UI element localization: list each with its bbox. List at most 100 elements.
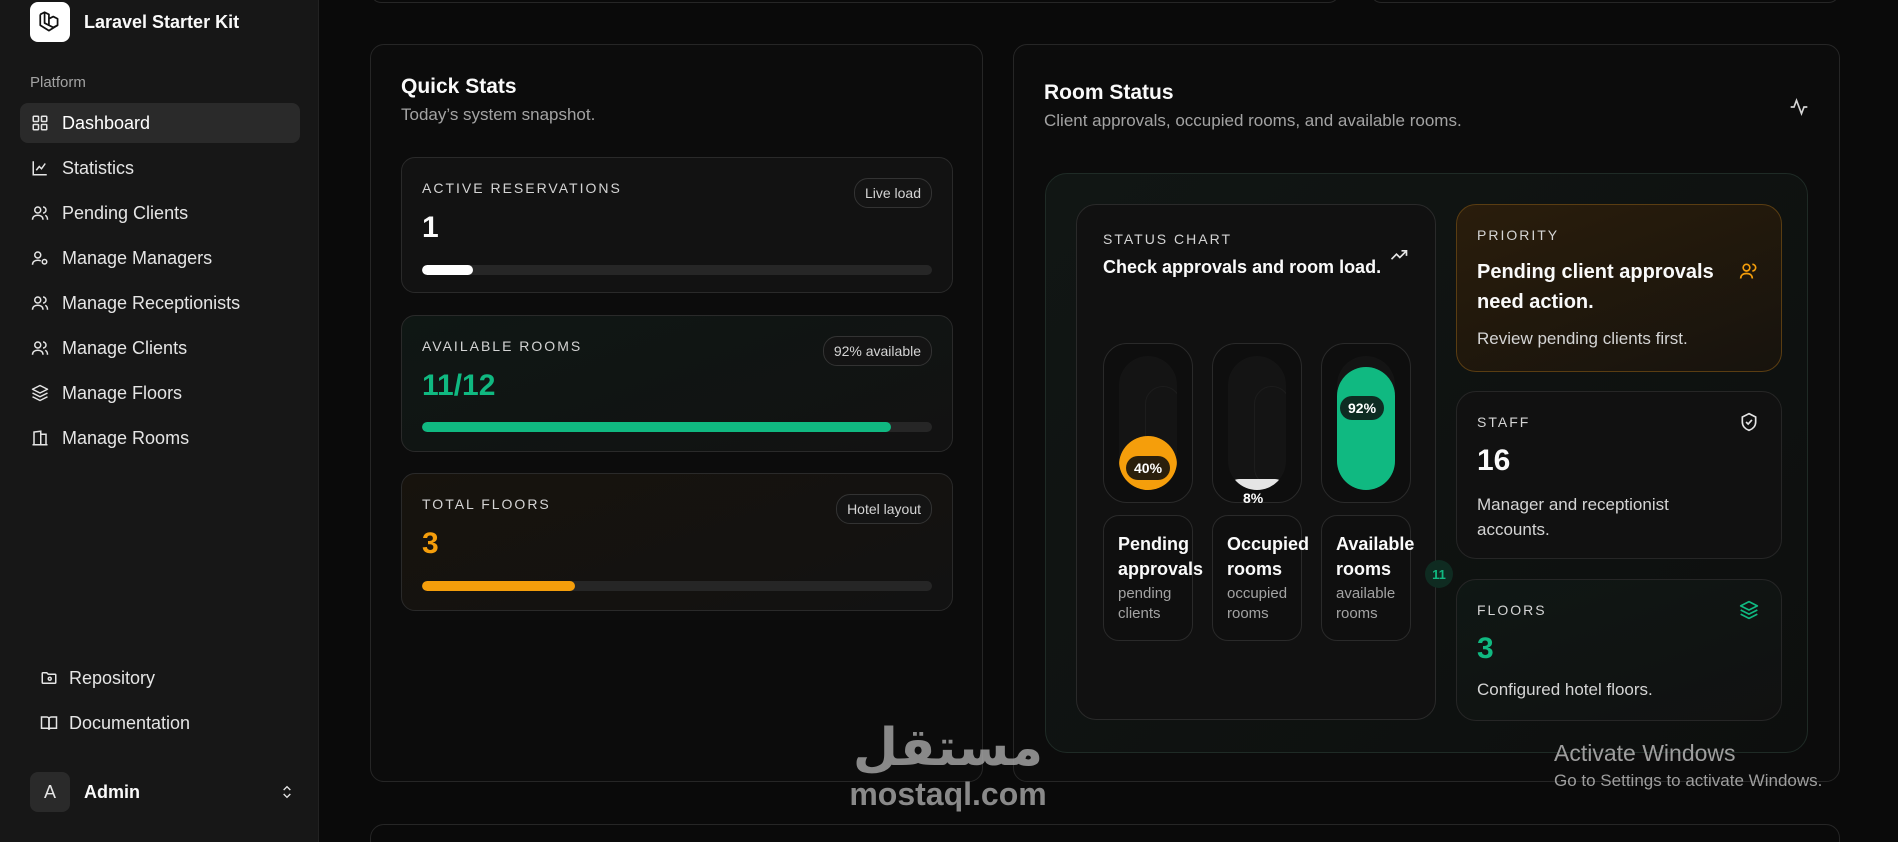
legend-title: Occupied rooms — [1227, 534, 1310, 579]
room-status-subtitle: Client approvals, occupied rooms, and av… — [1044, 111, 1462, 130]
sidebar-nav: Dashboard Statistics Pending Clients Man… — [20, 103, 300, 463]
sidebar-item-manage-clients[interactable]: Manage Clients — [20, 328, 300, 368]
chart-bar-value: 40% — [1126, 456, 1171, 480]
documentation-link[interactable]: Documentation — [30, 703, 290, 743]
chart-bar-value: 8% — [1243, 490, 1264, 506]
users-icon — [31, 296, 49, 310]
user-cog-icon — [31, 251, 48, 265]
quick-stats-panel: Quick Stats Today’s system snapshot. ACT… — [370, 44, 983, 782]
folder-git-icon — [41, 672, 57, 684]
sidebar-item-label: Manage Floors — [62, 382, 183, 403]
status-chart-label: STATUS CHART — [1103, 231, 1233, 247]
floors-value: 3 — [1477, 632, 1494, 665]
progress-bar — [422, 422, 932, 432]
nav-section-label: Platform — [30, 74, 86, 91]
chart-column-guide — [1254, 386, 1286, 486]
trending-up-icon — [1390, 250, 1408, 260]
legend-title: Available rooms — [1336, 534, 1415, 579]
quick-stats-subtitle: Today’s system snapshot. — [401, 105, 596, 124]
priority-text: Review pending clients first. — [1477, 329, 1688, 348]
watermark-english: mostaql.com — [849, 776, 1047, 812]
chart-bar — [1228, 479, 1286, 490]
sidebar-footer-links: Repository Documentation — [30, 658, 290, 748]
progress-bar — [422, 265, 932, 275]
staff-text: Manager and receptionist accounts. — [1477, 495, 1669, 539]
sidebar-item-manage-floors[interactable]: Manage Floors — [20, 373, 300, 413]
activate-windows-notice: Activate Windows Go to Settings to activ… — [1554, 740, 1822, 791]
stat-card-active-reservations: ACTIVE RESERVATIONS Live load 1 — [401, 157, 953, 293]
status-badge: Live load — [853, 178, 932, 208]
progress-fill — [422, 265, 473, 275]
sidebar: Laravel Starter Kit Platform Dashboard S… — [0, 0, 319, 842]
legend-subtitle: occupied rooms — [1227, 585, 1288, 622]
repository-label: Repository — [69, 667, 156, 688]
chart-column-occupied: 8% — [1212, 343, 1302, 506]
sidebar-item-manage-managers[interactable]: Manage Managers — [20, 238, 300, 278]
stat-label: ACTIVE RESERVATIONS — [422, 180, 622, 196]
sidebar-item-label: Manage Managers — [62, 247, 213, 268]
sidebar-item-manage-rooms[interactable]: Manage Rooms — [20, 418, 300, 458]
layers-icon — [31, 384, 49, 402]
priority-card: PRIORITY Pending client approvals need a… — [1456, 204, 1782, 372]
sidebar-item-label: Manage Clients — [62, 337, 188, 358]
status-chart-title: Check approvals and room load. — [1103, 257, 1382, 277]
sidebar-item-label: Statistics — [62, 157, 135, 178]
quick-stats-title: Quick Stats — [401, 75, 517, 98]
layers-icon — [1739, 600, 1759, 620]
legend-card-occupied: Occupied rooms occupied rooms — [1212, 515, 1310, 641]
chart-column-available: 92% — [1321, 343, 1411, 503]
user-name: Admin — [84, 781, 140, 802]
stat-value: 3 — [422, 527, 439, 560]
activate-subtitle: Go to Settings to activate Windows. — [1554, 771, 1823, 790]
chart-bar-value: 92% — [1340, 396, 1385, 420]
repository-link[interactable]: Repository — [30, 658, 290, 698]
stat-value: 1 — [422, 211, 439, 244]
sidebar-item-manage-receptionists[interactable]: Manage Receptionists — [20, 283, 300, 323]
progress-fill — [422, 581, 575, 591]
building-icon — [32, 430, 48, 446]
activate-title: Activate Windows — [1554, 740, 1736, 766]
user-menu[interactable]: A Admin — [30, 772, 295, 812]
sidebar-item-label: Pending Clients — [62, 202, 189, 223]
brand-name: Laravel Starter Kit — [84, 11, 240, 32]
room-status-panel: Room Status Client approvals, occupied r… — [1013, 44, 1840, 782]
legend-card-pending: Pending approvals pending clients — [1103, 515, 1203, 641]
priority-title: Pending client approvals need action. — [1477, 261, 1714, 313]
legend-subtitle: available rooms — [1336, 585, 1396, 622]
floors-card: FLOORS 3 Configured hotel floors. — [1456, 579, 1782, 721]
room-status-title: Room Status — [1044, 81, 1174, 104]
shield-check-icon — [1741, 412, 1757, 432]
top-card-partial — [1370, 0, 1840, 3]
stat-label: TOTAL FLOORS — [422, 496, 551, 512]
users-icon — [31, 341, 49, 355]
stat-label: AVAILABLE ROOMS — [422, 338, 583, 354]
brand[interactable]: Laravel Starter Kit — [30, 2, 239, 42]
chevrons-up-down-icon — [283, 785, 291, 799]
floors-label: FLOORS — [1477, 602, 1547, 618]
chart-column-pending: 40% — [1103, 343, 1193, 503]
progress-bar — [422, 581, 932, 591]
chart-column-track — [1228, 356, 1286, 490]
users-icon — [31, 206, 49, 220]
bottom-card-partial — [370, 824, 1840, 842]
status-badge: 92% available — [822, 336, 932, 366]
stat-card-total-floors: TOTAL FLOORS Hotel layout 3 — [401, 473, 953, 611]
stat-value: 11/12 — [422, 369, 496, 402]
laravel-logo-icon — [30, 2, 70, 42]
sidebar-item-dashboard[interactable]: Dashboard — [20, 103, 300, 143]
legend-subtitle: pending clients — [1118, 585, 1172, 622]
top-card-partial — [370, 0, 1340, 3]
users-icon — [1739, 263, 1757, 279]
floors-text: Configured hotel floors. — [1477, 680, 1653, 699]
sidebar-item-label: Dashboard — [62, 112, 151, 133]
staff-value: 16 — [1477, 444, 1511, 477]
available-count-badge: 11 — [1425, 560, 1453, 588]
staff-card: STAFF 16 Manager and receptionist accoun… — [1456, 391, 1782, 559]
staff-label: STAFF — [1477, 414, 1531, 430]
status-badge: Hotel layout — [836, 494, 932, 524]
activity-icon — [1790, 97, 1808, 117]
watermark: مستقل mostaql.com — [836, 720, 1060, 812]
chart-column-track — [1337, 356, 1395, 490]
sidebar-item-statistics[interactable]: Statistics — [20, 148, 300, 188]
sidebar-item-pending-clients[interactable]: Pending Clients — [20, 193, 300, 233]
